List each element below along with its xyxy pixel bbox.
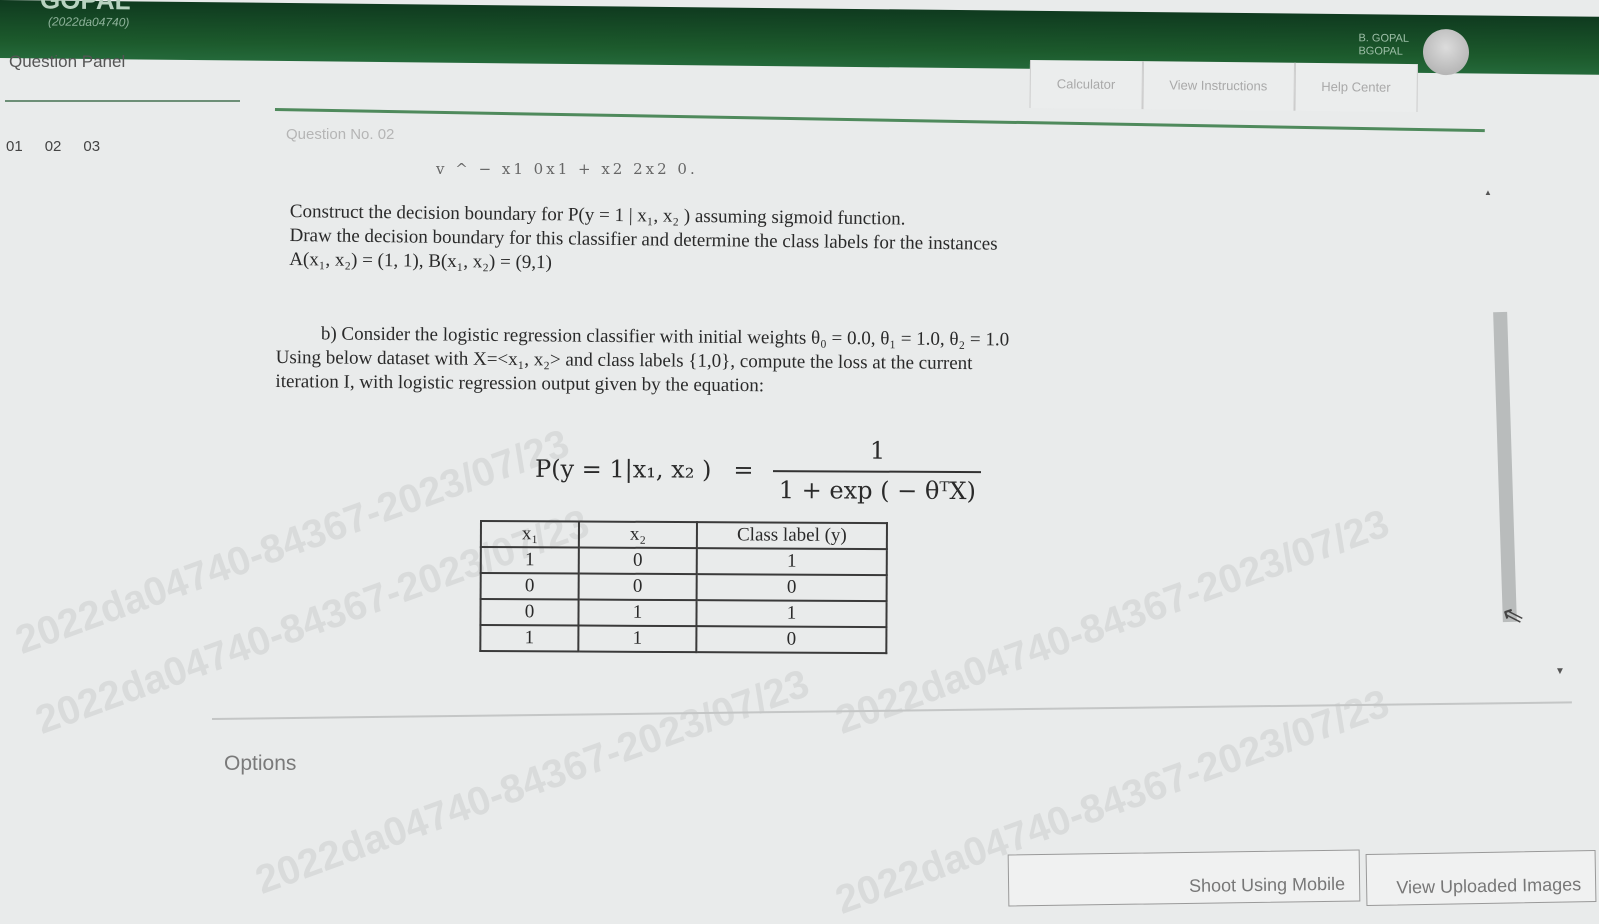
- dataset-table: x₁ x₂ Class label (y) 1 0 1 0 0 0 0 1 1 …: [479, 520, 888, 654]
- table-cell: 0: [578, 573, 697, 601]
- question-number-label: Question No. 02: [286, 126, 395, 143]
- table-cell: 0: [578, 547, 697, 575]
- question-number-03[interactable]: 03: [83, 138, 100, 155]
- help-center-button[interactable]: Help Center: [1294, 62, 1418, 113]
- user-info: B. GOPAL BGOPAL: [1358, 32, 1409, 59]
- question-panel-divider: [5, 100, 240, 102]
- question-panel-title: Question Panel: [9, 52, 126, 71]
- shoot-using-mobile-button[interactable]: Shoot Using Mobile: [1007, 849, 1361, 907]
- formula-equals: =: [733, 455, 754, 484]
- watermark: 2022da04740-84367-2023/07/23: [249, 661, 815, 903]
- table-header-row: x₁ x₂ Class label (y): [480, 521, 887, 550]
- table-header-class-label: Class label (y): [696, 522, 887, 550]
- table-header-x1: x₁: [480, 521, 579, 548]
- view-instructions-button[interactable]: View Instructions: [1142, 61, 1295, 111]
- question-number-list: 01 02 03: [6, 138, 100, 155]
- table-cell: 1: [578, 625, 697, 653]
- user-name: B. GOPAL: [1358, 32, 1409, 45]
- table-row: 1 1 0: [480, 625, 887, 654]
- table-header-x2: x₂: [578, 521, 697, 549]
- sigmoid-formula: P(y = 1|x₁, x₂ ) = 1 1 + exp ( − θᵀX): [535, 435, 982, 505]
- scroll-up-arrow-icon[interactable]: ▲: [1484, 188, 1492, 197]
- options-divider: [212, 701, 1572, 720]
- formula-denominator: 1 + exp ( − θᵀX): [778, 476, 976, 506]
- options-label: Options: [224, 752, 297, 775]
- mouse-pointer-icon: ⇖: [1497, 597, 1528, 633]
- scroll-down-arrow-icon[interactable]: ▼: [1555, 666, 1565, 677]
- table-row: 0 0 0: [480, 573, 887, 602]
- top-toolbar: Calculator View Instructions Help Center: [1029, 60, 1418, 113]
- table-cell: 1: [696, 600, 887, 628]
- view-uploaded-images-button[interactable]: View Uploaded Images: [1365, 849, 1597, 907]
- question-number-01[interactable]: 01: [6, 138, 23, 155]
- table-row: 1 0 1: [480, 547, 887, 576]
- shoot-using-mobile-label: Shoot Using Mobile: [1188, 873, 1346, 896]
- view-uploaded-images-label: View Uploaded Images: [1396, 874, 1582, 898]
- question-part-a: Construct the decision boundary for P(y …: [289, 200, 998, 281]
- formula-fraction: 1 1 + exp ( − θᵀX): [773, 436, 982, 506]
- content-header-divider: [274, 108, 1485, 133]
- formula-numerator: 1: [869, 436, 886, 465]
- cutoff-text-line: v ^ − x1 0x1 + x2 2x2 0.: [436, 160, 698, 178]
- table-cell: 1: [578, 599, 697, 627]
- table-cell: 1: [480, 547, 579, 574]
- table-cell: 1: [696, 548, 887, 576]
- question-number-02[interactable]: 02: [45, 138, 62, 155]
- scrollbar-thumb[interactable]: [1493, 311, 1517, 623]
- calculator-button[interactable]: Calculator: [1029, 60, 1143, 110]
- table-row: 0 1 1: [480, 599, 887, 628]
- user-id: BGOPAL: [1358, 45, 1403, 58]
- table-cell: 0: [480, 599, 579, 626]
- table-cell: 0: [696, 574, 887, 602]
- table-cell: 0: [696, 626, 887, 654]
- question-part-b: b) Consider the logistic regression clas…: [275, 322, 1009, 400]
- formula-lhs: P(y = 1|x₁, x₂ ): [534, 454, 712, 484]
- roll-number: (2022da04740): [48, 14, 130, 30]
- avatar[interactable]: [1423, 28, 1469, 76]
- table-cell: 1: [480, 625, 579, 652]
- table-cell: 0: [480, 573, 579, 600]
